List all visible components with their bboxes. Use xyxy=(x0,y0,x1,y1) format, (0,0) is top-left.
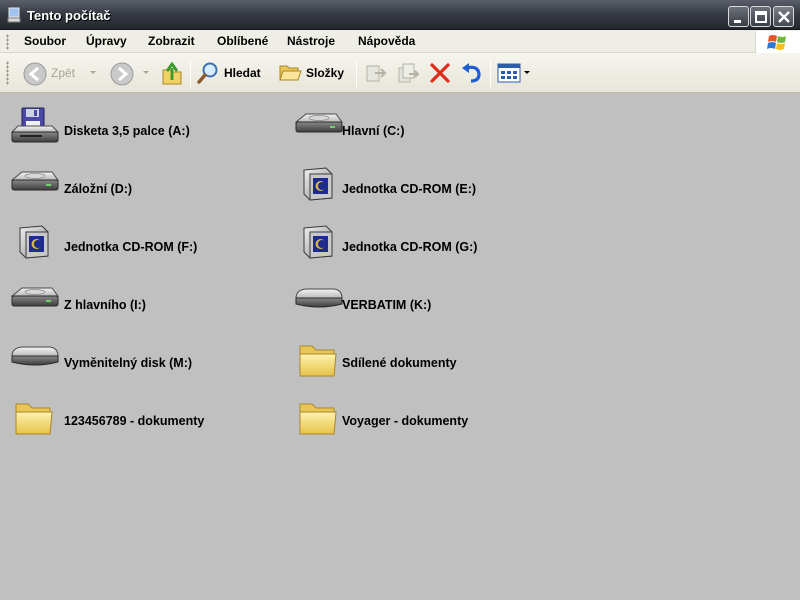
folder-icon xyxy=(8,396,60,440)
search-icon xyxy=(197,62,218,84)
close-icon xyxy=(778,11,790,23)
copy-to-button[interactable] xyxy=(394,53,422,93)
drive-label: Vyměnitelný disk (M:) xyxy=(64,356,193,370)
maximize-button[interactable] xyxy=(750,6,771,27)
search-label: Hledat xyxy=(224,66,261,80)
move-to-button[interactable] xyxy=(362,53,390,93)
views-dropdown-icon xyxy=(524,71,530,74)
windows-logo xyxy=(755,31,800,53)
move-to-icon xyxy=(366,65,387,82)
drive-item[interactable]: Jednotka CD-ROM (G:) xyxy=(284,214,554,264)
menu-grip[interactable] xyxy=(6,34,9,50)
folder-label: 123456789 - dokumenty xyxy=(64,414,205,428)
file-view: Disketa 3,5 palce (A:) Hlavní (C:) Zálož… xyxy=(0,94,800,600)
folder-item[interactable]: Voyager - dokumenty xyxy=(284,388,554,438)
hard-disk-icon xyxy=(8,164,60,208)
folder-item[interactable]: 123456789 - dokumenty xyxy=(0,388,270,438)
folders-label: Složky xyxy=(306,66,345,80)
removable-disk-icon xyxy=(292,280,344,324)
windows-flag-icon xyxy=(767,35,786,50)
title-bar[interactable]: Tento počítač xyxy=(0,0,800,30)
hard-disk-icon xyxy=(8,280,60,324)
back-label: Zpět xyxy=(51,66,76,80)
drive-item[interactable]: VERBATIM (K:) xyxy=(284,272,554,322)
back-button[interactable]: Zpět xyxy=(20,53,100,93)
folder-icon xyxy=(292,338,344,382)
undo-button[interactable] xyxy=(458,53,486,93)
folders-icon xyxy=(279,65,302,81)
undo-icon xyxy=(462,63,481,83)
cdrom-drive-icon xyxy=(292,164,344,208)
minimize-button[interactable] xyxy=(728,6,749,27)
views-icon xyxy=(497,63,521,83)
drive-item[interactable]: Jednotka CD-ROM (F:) xyxy=(0,214,270,264)
drive-item[interactable]: Disketa 3,5 palce (A:) xyxy=(0,98,270,148)
drive-label: Hlavní (C:) xyxy=(342,124,405,138)
search-button[interactable]: Hledat xyxy=(194,53,272,93)
menu-tools[interactable]: Nástroje xyxy=(287,34,335,48)
up-button[interactable] xyxy=(158,53,186,93)
forward-arrow-icon xyxy=(110,62,134,86)
drive-item[interactable]: Z hlavního (I:) xyxy=(0,272,270,322)
my-computer-icon xyxy=(7,7,21,23)
menu-help[interactable]: Nápověda xyxy=(358,34,415,48)
hard-disk-icon xyxy=(292,106,344,150)
toolbar-grip[interactable] xyxy=(6,61,9,85)
drive-label: Disketa 3,5 palce (A:) xyxy=(64,124,190,138)
removable-disk-icon xyxy=(8,338,60,382)
window-title: Tento počítač xyxy=(27,8,111,23)
drive-item[interactable]: Záložní (D:) xyxy=(0,156,270,206)
drive-label: Záložní (D:) xyxy=(64,182,133,196)
menu-favorites[interactable]: Oblíbené xyxy=(217,34,268,48)
toolbar-separator xyxy=(190,60,191,87)
drive-label: VERBATIM (K:) xyxy=(342,298,432,312)
forward-dropdown-icon xyxy=(143,71,149,74)
menu-bar: Soubor Úpravy Zobrazit Oblíbené Nástroje… xyxy=(0,30,800,53)
copy-to-icon xyxy=(398,63,420,83)
close-button[interactable] xyxy=(773,6,794,27)
explorer-window: Tento počítač Soubor Úpravy Zobrazit Obl… xyxy=(0,0,800,600)
menu-edit[interactable]: Úpravy xyxy=(86,34,127,48)
menu-view[interactable]: Zobrazit xyxy=(148,34,195,48)
drive-item[interactable]: Vyměnitelný disk (M:) xyxy=(0,330,270,380)
views-button[interactable] xyxy=(494,53,532,93)
standard-toolbar: Zpět Hledat Složky xyxy=(0,53,800,93)
drive-label: Z hlavního (I:) xyxy=(64,298,146,312)
menu-file[interactable]: Soubor xyxy=(24,34,66,48)
drive-item[interactable]: Jednotka CD-ROM (E:) xyxy=(284,156,554,206)
folder-item[interactable]: Sdílené dokumenty xyxy=(284,330,554,380)
toolbar-separator xyxy=(490,60,491,87)
drive-label: Jednotka CD-ROM (F:) xyxy=(64,240,198,254)
forward-button[interactable] xyxy=(106,53,154,93)
folder-up-icon xyxy=(162,61,182,85)
minimize-icon xyxy=(734,20,741,23)
folder-label: Voyager - dokumenty xyxy=(342,414,469,428)
folders-button[interactable]: Složky xyxy=(276,53,352,93)
floppy-drive-icon xyxy=(8,106,60,150)
back-arrow-icon xyxy=(23,62,47,86)
toolbar-separator xyxy=(356,60,357,87)
drive-item[interactable]: Hlavní (C:) xyxy=(284,98,554,148)
drive-label: Jednotka CD-ROM (E:) xyxy=(342,182,477,196)
folder-label: Sdílené dokumenty xyxy=(342,356,457,370)
folder-icon xyxy=(292,396,344,440)
maximize-icon xyxy=(755,11,767,23)
delete-button[interactable] xyxy=(426,53,454,93)
drive-label: Jednotka CD-ROM (G:) xyxy=(342,240,478,254)
delete-x-icon xyxy=(430,63,450,83)
cdrom-drive-icon xyxy=(292,222,344,266)
cdrom-drive-icon xyxy=(8,222,60,266)
back-dropdown-icon xyxy=(90,71,96,74)
